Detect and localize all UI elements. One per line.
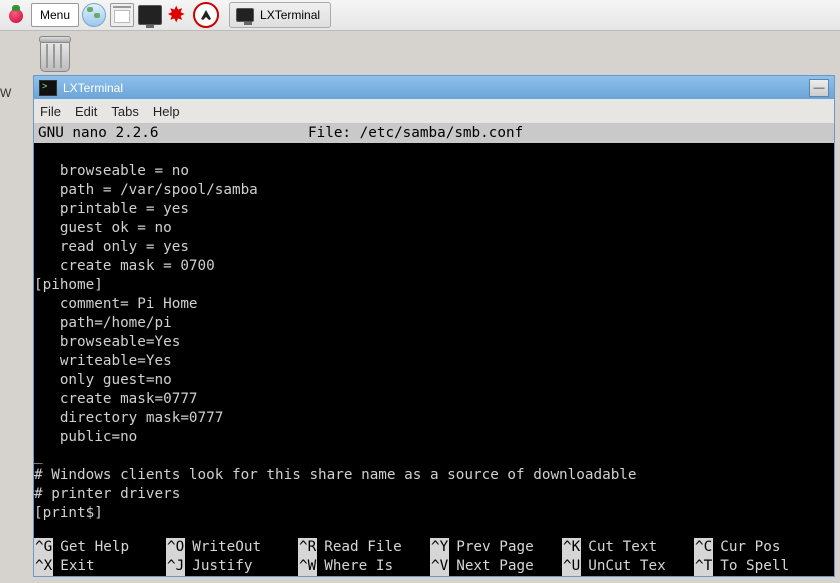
nano-shortcut: ^Y Prev Page — [430, 538, 562, 557]
wastebasket-icon[interactable] — [38, 40, 72, 78]
nano-shortcut: ^W Where Is — [298, 557, 430, 576]
nano-shortcut-bar: ^G Get Help ^O WriteOut ^R Read File ^Y Prev Pa… — [34, 538, 834, 576]
nano-shortcut: ^V Next Page — [430, 557, 562, 576]
web-browser-icon[interactable] — [81, 2, 107, 28]
taskbar-item-label: LXTerminal — [260, 8, 320, 22]
nano-shortcut: ^K Cut Text — [562, 538, 694, 557]
shortcut-key: ^Y — [430, 538, 449, 557]
shortcut-label: Prev Page — [456, 538, 533, 557]
terminal-icon — [236, 8, 254, 22]
nano-shortcut: ^C Cur Pos — [694, 538, 834, 557]
shortcut-label: Cur Pos — [720, 538, 780, 557]
nano-filename: File: /etc/samba/smb.conf — [308, 124, 834, 143]
shortcut-key: ^K — [562, 538, 581, 557]
nano-version: GNU nano 2.2.6 — [34, 124, 308, 143]
wastebasket-label-partial: W — [0, 86, 11, 100]
menu-tabs[interactable]: Tabs — [111, 104, 138, 119]
burst-app-icon[interactable] — [165, 2, 191, 28]
file-manager-icon[interactable] — [109, 2, 135, 28]
lxterminal-window: LXTerminal — File Edit Tabs Help GNU nan… — [33, 75, 835, 577]
nano-shortcut: ^T To Spell — [694, 557, 834, 576]
shortcut-key: ^J — [166, 557, 185, 576]
window-titlebar[interactable]: LXTerminal — — [34, 76, 834, 99]
menu-edit[interactable]: Edit — [75, 104, 97, 119]
wolfram-icon[interactable] — [193, 2, 219, 28]
shortcut-label: UnCut Tex — [588, 557, 665, 576]
shortcut-key: ^C — [694, 538, 713, 557]
shortcut-label: Read File — [324, 538, 401, 557]
shortcut-key: ^W — [298, 557, 317, 576]
shortcut-key: ^T — [694, 557, 713, 576]
raspberry-logo-icon[interactable] — [3, 2, 29, 28]
nano-shortcut: ^O WriteOut — [166, 538, 298, 557]
window-menubar: File Edit Tabs Help — [34, 99, 834, 124]
menu-help[interactable]: Help — [153, 104, 180, 119]
nano-shortcut: ^X Exit — [34, 557, 166, 576]
taskbar-item-lxterminal[interactable]: LXTerminal — [229, 2, 331, 28]
shortcut-label: Get Help — [60, 538, 129, 557]
shortcut-label: Cut Text — [588, 538, 657, 557]
shortcut-label: Next Page — [456, 557, 533, 576]
shortcut-key: ^U — [562, 557, 581, 576]
terminal-icon — [39, 80, 57, 96]
taskbar: Menu LXTerminal — [0, 0, 840, 31]
window-title: LXTerminal — [63, 81, 123, 95]
shortcut-label: Exit — [60, 557, 94, 576]
shortcut-key: ^O — [166, 538, 185, 557]
menu-button[interactable]: Menu — [31, 3, 79, 27]
nano-shortcut: ^G Get Help — [34, 538, 166, 557]
shortcut-label: Justify — [192, 557, 252, 576]
shortcut-key: ^X — [34, 557, 53, 576]
shortcut-key: ^R — [298, 538, 317, 557]
shortcut-label: To Spell — [720, 557, 789, 576]
terminal-launcher-icon[interactable] — [137, 2, 163, 28]
minimize-button[interactable]: — — [809, 79, 829, 97]
shortcut-key: ^G — [34, 538, 53, 557]
nano-shortcut: ^U UnCut Tex — [562, 557, 694, 576]
nano-editor-content[interactable]: browseable = no path = /var/spool/samba … — [34, 143, 834, 523]
nano-shortcut: ^R Read File — [298, 538, 430, 557]
menu-file[interactable]: File — [40, 104, 61, 119]
terminal-viewport[interactable]: GNU nano 2.2.6 File: /etc/samba/smb.conf… — [34, 124, 834, 576]
shortcut-key: ^V — [430, 557, 449, 576]
shortcut-label: Where Is — [324, 557, 393, 576]
nano-shortcut: ^J Justify — [166, 557, 298, 576]
nano-header: GNU nano 2.2.6 File: /etc/samba/smb.conf — [34, 124, 834, 143]
shortcut-label: WriteOut — [192, 538, 261, 557]
